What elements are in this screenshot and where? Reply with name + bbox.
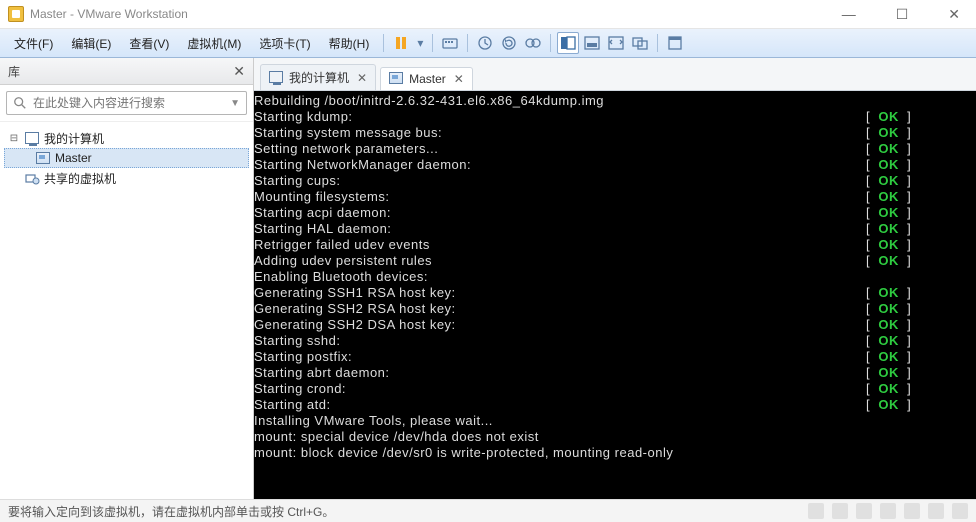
menu-tabs[interactable]: 选项卡(T) <box>251 31 318 56</box>
console-line: Rebuilding /boot/initrd-2.6.32-431.el6.x… <box>254 93 976 109</box>
console-line: Starting sshd:[ OK ] <box>254 333 976 349</box>
snapshot-manager-button[interactable] <box>522 32 544 54</box>
console-line: Starting crond:[ OK ] <box>254 381 976 397</box>
computer-icon <box>24 130 40 146</box>
separator <box>550 34 551 52</box>
tree-collapse-icon[interactable]: ⊟ <box>8 133 20 144</box>
toolbar-dropdown-icon[interactable]: ▾ <box>414 32 426 54</box>
console-line: Starting atd:[ OK ] <box>254 397 976 413</box>
console-line: Starting system message bus:[ OK ] <box>254 125 976 141</box>
menu-help[interactable]: 帮助(H) <box>321 31 378 56</box>
device-cd-icon[interactable] <box>832 503 848 519</box>
separator <box>657 34 658 52</box>
console-line: Adding udev persistent rules[ OK ] <box>254 253 976 269</box>
library-tree: ⊟ 我的计算机 Master 共享的虚拟机 <box>0 122 253 499</box>
console-line: Generating SSH2 DSA host key:[ OK ] <box>254 317 976 333</box>
close-button[interactable]: ✕ <box>940 3 968 25</box>
computer-icon <box>269 71 283 85</box>
view-unity-button[interactable] <box>629 32 651 54</box>
status-device-icons <box>808 503 968 519</box>
console-line: Starting abrt daemon:[ OK ] <box>254 365 976 381</box>
pause-button[interactable] <box>390 32 412 54</box>
console-line: Retrigger failed udev events[ OK ] <box>254 237 976 253</box>
minimize-button[interactable]: — <box>834 3 864 25</box>
device-usb-icon[interactable] <box>880 503 896 519</box>
view-thumbnail-button[interactable] <box>581 32 603 54</box>
menu-file[interactable]: 文件(F) <box>6 31 61 56</box>
console-line: Starting NetworkManager daemon:[ OK ] <box>254 157 976 173</box>
console-line: Starting cups:[ OK ] <box>254 173 976 189</box>
console-line: Setting network parameters...[ OK ] <box>254 141 976 157</box>
console-line: mount: block device /dev/sr0 is write-pr… <box>254 445 976 461</box>
device-hdd-icon[interactable] <box>808 503 824 519</box>
search-input-wrap[interactable]: ▼ <box>6 91 247 115</box>
device-sound-icon[interactable] <box>904 503 920 519</box>
tab-close-icon[interactable]: ✕ <box>454 72 464 86</box>
tree-label: Master <box>55 151 92 165</box>
tab-master[interactable]: Master ✕ <box>380 67 473 90</box>
tree-label: 我的计算机 <box>44 130 104 147</box>
separator <box>432 34 433 52</box>
console-line: Starting HAL daemon:[ OK ] <box>254 221 976 237</box>
tree-label: 共享的虚拟机 <box>44 170 116 187</box>
sidebar-header: 库 ✕ <box>0 58 253 85</box>
search-icon <box>13 96 27 110</box>
device-net-icon[interactable] <box>856 503 872 519</box>
window-title: Master - VMware Workstation <box>30 7 834 21</box>
snapshot-revert-button[interactable] <box>498 32 520 54</box>
console-line: Starting kdump:[ OK ] <box>254 109 976 125</box>
menubar: 文件(F) 编辑(E) 查看(V) 虚拟机(M) 选项卡(T) 帮助(H) ▾ <box>0 29 976 58</box>
menu-view[interactable]: 查看(V) <box>121 31 177 56</box>
sidebar-title: 库 <box>8 63 20 80</box>
status-hint: 要将输入定向到该虚拟机，请在虚拟机内部单击或按 Ctrl+G。 <box>8 503 334 520</box>
sidebar-close-button[interactable]: ✕ <box>233 63 245 80</box>
titlebar: Master - VMware Workstation — ☐ ✕ <box>0 0 976 29</box>
view-console-button[interactable] <box>557 32 579 54</box>
tab-label: Master <box>409 72 446 86</box>
tab-strip: 我的计算机 ✕ Master ✕ <box>254 58 976 91</box>
menu-vm[interactable]: 虚拟机(M) <box>179 31 249 56</box>
tab-label: 我的计算机 <box>289 69 349 86</box>
vm-icon <box>389 72 403 86</box>
console-line: Installing VMware Tools, please wait... <box>254 413 976 429</box>
snapshot-take-button[interactable] <box>474 32 496 54</box>
tree-node-master[interactable]: Master <box>4 148 249 168</box>
console-line: Mounting filesystems:[ OK ] <box>254 189 976 205</box>
device-printer-icon[interactable] <box>928 503 944 519</box>
fullscreen-button[interactable] <box>664 32 686 54</box>
main-area: 我的计算机 ✕ Master ✕ Rebuilding /boot/initrd… <box>254 58 976 499</box>
console-line: Enabling Bluetooth devices: <box>254 269 976 285</box>
console-line: Starting acpi daemon:[ OK ] <box>254 205 976 221</box>
tab-home[interactable]: 我的计算机 ✕ <box>260 64 376 90</box>
search-dropdown-icon[interactable]: ▼ <box>230 98 240 109</box>
menu-edit[interactable]: 编辑(E) <box>63 31 119 56</box>
console-line: Generating SSH1 RSA host key:[ OK ] <box>254 285 976 301</box>
shared-icon <box>24 170 40 186</box>
window-controls: — ☐ ✕ <box>834 3 968 25</box>
search-input[interactable] <box>33 96 230 110</box>
library-sidebar: 库 ✕ ▼ ⊟ 我的计算机 Master <box>0 58 254 499</box>
tab-close-icon[interactable]: ✕ <box>357 71 367 85</box>
separator <box>383 34 384 52</box>
separator <box>467 34 468 52</box>
app-logo-icon <box>8 6 24 22</box>
tree-node-my-computer[interactable]: ⊟ 我的计算机 <box>4 128 249 148</box>
vm-console[interactable]: Rebuilding /boot/initrd-2.6.32-431.el6.x… <box>254 91 976 499</box>
statusbar: 要将输入定向到该虚拟机，请在虚拟机内部单击或按 Ctrl+G。 <box>0 499 976 522</box>
vm-icon <box>35 150 51 166</box>
console-line: Starting postfix:[ OK ] <box>254 349 976 365</box>
maximize-button[interactable]: ☐ <box>888 3 917 25</box>
console-line: mount: special device /dev/hda does not … <box>254 429 976 445</box>
send-ctrl-alt-del-button[interactable] <box>439 32 461 54</box>
tree-node-shared-vms[interactable]: 共享的虚拟机 <box>4 168 249 188</box>
device-display-icon[interactable] <box>952 503 968 519</box>
view-stretch-button[interactable] <box>605 32 627 54</box>
console-line: Generating SSH2 RSA host key:[ OK ] <box>254 301 976 317</box>
